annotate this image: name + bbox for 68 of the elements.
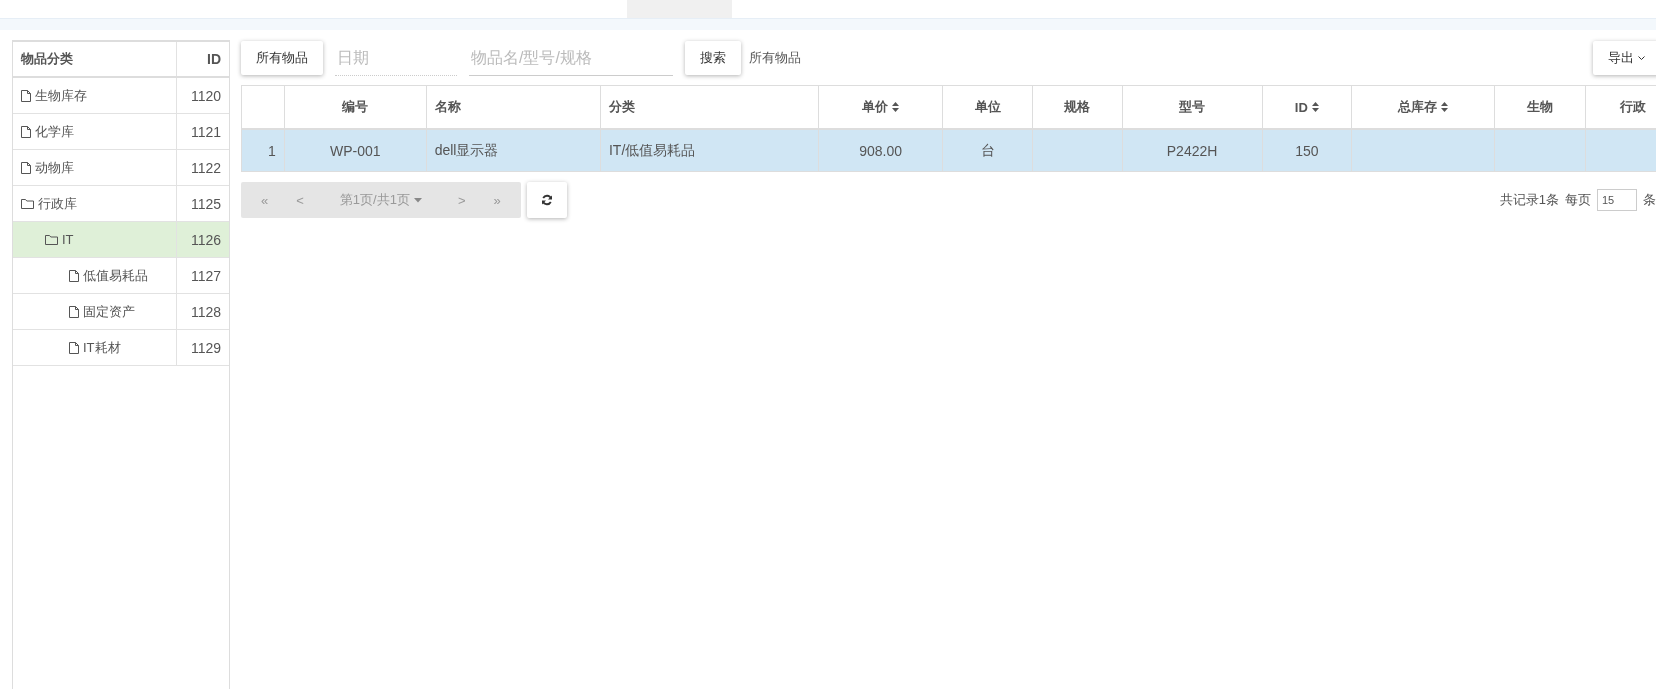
tree-row[interactable]: 低值易耗品 1127 (13, 258, 229, 294)
all-items-button[interactable]: 所有物品 (241, 41, 323, 75)
refresh-icon (540, 194, 553, 206)
column-header: 规格 (1064, 98, 1091, 116)
table-cell: P2422H (1166, 142, 1218, 159)
table-cell: 台 (980, 141, 995, 158)
column-header: 分类 (608, 98, 635, 116)
tree-id: 1127 (189, 266, 222, 286)
column-header: 物品分类 (13, 42, 177, 76)
tree-id: 1122 (189, 158, 222, 178)
table-cell: IT/低值易耗品 (608, 141, 696, 158)
table-row[interactable]: 1 WP-001 dell显示器 IT/低值易耗品 908.00 台 P2422H 150 (241, 129, 1656, 172)
filter-label: 所有物品 (749, 49, 801, 67)
sort-icon (1441, 102, 1449, 112)
tree-label: IT耗材 (83, 338, 121, 357)
folder-icon (45, 234, 58, 245)
column-header[interactable]: 总库存 (1398, 98, 1449, 116)
file-icon (21, 125, 31, 138)
column-header[interactable]: ID (1294, 99, 1319, 115)
tree-row[interactable]: 固定资产 1128 (13, 294, 229, 330)
tree-label: 行政库 (38, 194, 77, 213)
tree-label: 固定资产 (83, 302, 135, 321)
tree-id: 1125 (189, 194, 222, 214)
column-header: 单位 (974, 98, 1001, 116)
tree-id: 1120 (189, 86, 222, 106)
table-cell: 1 (268, 142, 276, 159)
table-cell: 150 (1295, 142, 1319, 159)
sort-icon (892, 102, 900, 112)
record-count: 共记录1条 (1499, 191, 1559, 209)
table-cell: dell显示器 (434, 141, 499, 158)
tree-id: 1128 (189, 302, 222, 322)
file-icon (69, 269, 79, 282)
tree-row[interactable]: 动物库 1122 (13, 150, 229, 186)
table-cell: 908.00 (859, 142, 903, 159)
column-header: ID (206, 50, 222, 69)
file-icon (21, 161, 31, 174)
tree-row[interactable]: 化学库 1121 (13, 114, 229, 150)
tree-row[interactable]: IT 1126 (13, 222, 229, 258)
file-icon (69, 305, 79, 318)
tree-label: 生物库存 (35, 86, 87, 105)
tree-row[interactable]: 生物库存 1120 (13, 78, 229, 114)
file-icon (69, 341, 79, 354)
column-header[interactable]: 单价 (862, 98, 900, 116)
column-header: 编号 (342, 98, 369, 116)
per-page-label: 每页 (1565, 191, 1591, 209)
tree-id: 1126 (189, 230, 222, 250)
column-header: 型号 (1179, 98, 1206, 116)
search-button[interactable]: 搜索 (685, 41, 741, 75)
tree-row[interactable]: IT耗材 1129 (13, 330, 229, 366)
tree-label: 低值易耗品 (83, 266, 148, 285)
sort-icon (1311, 102, 1319, 112)
page-size-field[interactable]: 15 (1597, 189, 1637, 211)
column-header: 名称 (434, 98, 461, 116)
column-header: 行政 (1620, 98, 1646, 116)
tree-label: IT (62, 232, 74, 247)
caret-icon (413, 197, 422, 203)
caret-icon (1638, 55, 1645, 61)
folder-icon (21, 198, 34, 209)
tree-label: 化学库 (35, 122, 74, 141)
refresh-button[interactable] (526, 182, 567, 218)
tree-id: 1129 (189, 338, 222, 358)
export-button[interactable]: 导出 (1593, 41, 1656, 75)
unit-label: 条 (1643, 191, 1656, 209)
file-icon (21, 89, 31, 102)
tree-id: 1121 (189, 122, 222, 142)
tree-label: 动物库 (35, 158, 74, 177)
table-cell: WP-001 (329, 142, 381, 159)
column-header: 生物 (1527, 98, 1554, 116)
